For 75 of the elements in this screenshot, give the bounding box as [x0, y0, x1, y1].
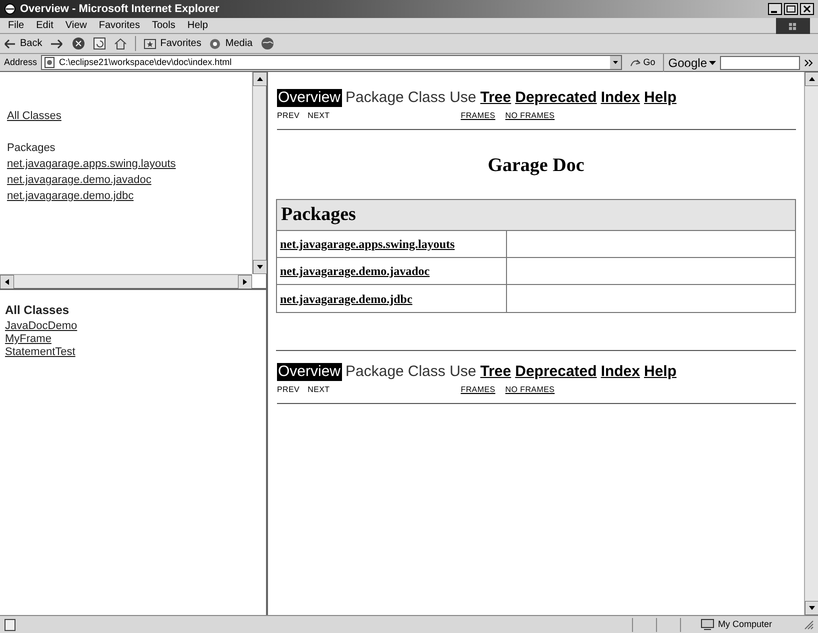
nav-link[interactable]: Help — [644, 363, 677, 381]
home-icon[interactable] — [114, 37, 128, 50]
all-classes-link[interactable]: All Classes — [7, 108, 245, 124]
close-icon[interactable] — [800, 3, 814, 15]
computer-icon[interactable] — [701, 619, 714, 630]
refresh-icon[interactable] — [93, 37, 106, 50]
class-link[interactable]: JavaDocDemo — [5, 320, 261, 333]
classes-heading: All Classes — [5, 304, 70, 317]
maximize-icon[interactable] — [784, 3, 798, 15]
media-button[interactable]: Media — [209, 36, 253, 51]
menu-item[interactable]: File — [8, 18, 24, 33]
menu-item[interactable]: Help — [187, 18, 208, 33]
page-icon[interactable] — [4, 618, 16, 630]
horizontal-scrollbar[interactable] — [0, 274, 252, 288]
page-title: Garage Doc — [486, 154, 586, 178]
down-arrow-icon[interactable] — [253, 260, 267, 274]
address-label: Address — [4, 56, 38, 69]
minimize-icon[interactable] — [768, 3, 782, 15]
package-link[interactable]: net.javagarage.apps.swing.layouts — [7, 156, 245, 172]
nav-link[interactable]: Deprecated — [515, 89, 597, 107]
menu-item[interactable]: View — [65, 18, 87, 33]
stop-icon[interactable] — [72, 37, 86, 50]
down-arrow-icon[interactable] — [805, 601, 818, 615]
frames-link[interactable]: FRAMES — [460, 384, 496, 396]
packages-heading: Packages — [7, 141, 56, 156]
page-icon[interactable] — [44, 57, 56, 68]
menu-item[interactable]: Edit — [36, 18, 54, 33]
go-arrow-icon[interactable] — [630, 58, 642, 68]
prev-label: PREV — [277, 384, 300, 396]
windows-logo-icon[interactable] — [776, 18, 810, 34]
favorites-button[interactable]: Favorites — [135, 36, 202, 51]
up-arrow-icon[interactable] — [253, 72, 267, 86]
nav-link[interactable]: Help — [644, 89, 677, 107]
resize-grip-icon[interactable] — [804, 620, 814, 630]
frames-link[interactable]: FRAMES — [460, 110, 496, 122]
package-link[interactable]: net.javagarage.demo.jdbc — [280, 290, 412, 308]
window-title: Overview - Microsoft Internet Explorer — [20, 2, 220, 17]
left-arrow-icon[interactable] — [0, 275, 14, 289]
package-link[interactable]: net.javagarage.demo.jdbc — [7, 188, 245, 204]
zone-label: My Computer — [718, 618, 772, 631]
back-button[interactable]: Back — [4, 36, 42, 51]
nav-link[interactable]: Deprecated — [515, 363, 597, 381]
media-icon[interactable] — [209, 38, 222, 50]
class-link[interactable]: StatementTest — [5, 346, 261, 359]
menu-item[interactable]: Tools — [152, 18, 176, 33]
nav-link[interactable]: Index — [600, 89, 640, 107]
go-button[interactable]: Go — [626, 56, 660, 70]
no-frames-link[interactable]: NO FRAMES — [505, 110, 555, 122]
selected-nav-tab[interactable]: Overview — [277, 89, 342, 107]
right-arrow-icon[interactable] — [238, 275, 252, 289]
address-field[interactable]: C:\eclipse21\workspace\dev\doc\index.html — [41, 55, 622, 70]
forward-arrow-icon[interactable] — [50, 38, 64, 48]
star-folder-icon[interactable] — [144, 38, 156, 49]
vertical-scrollbar[interactable] — [804, 72, 818, 615]
no-frames-link[interactable]: NO FRAMES — [505, 384, 555, 396]
selected-nav-tab[interactable]: Overview — [277, 363, 342, 381]
class-link[interactable]: MyFrame — [5, 333, 261, 346]
package-link[interactable]: net.javagarage.demo.javadoc — [280, 262, 430, 280]
up-arrow-icon[interactable] — [805, 72, 818, 86]
menu-item[interactable]: Favorites — [98, 18, 140, 33]
nav-link[interactable]: Tree — [480, 89, 512, 107]
package-link[interactable]: net.javagarage.demo.javadoc — [7, 172, 245, 188]
dropdown-arrow-icon[interactable] — [709, 60, 716, 66]
package-link[interactable]: net.javagarage.apps.swing.layouts — [280, 235, 455, 253]
vertical-scrollbar[interactable] — [252, 72, 266, 274]
left-arrow-icon[interactable] — [4, 38, 16, 48]
prev-label: PREV — [277, 110, 300, 122]
next-label: NEXT — [308, 110, 330, 122]
table-heading: Packages — [277, 200, 795, 231]
next-label: NEXT — [308, 384, 330, 396]
nav-link[interactable]: Tree — [480, 363, 512, 381]
globe-icon[interactable] — [260, 37, 274, 50]
nav-link[interactable]: Index — [600, 363, 640, 381]
search-field[interactable] — [720, 56, 800, 70]
chevron-icon[interactable] — [804, 58, 814, 68]
